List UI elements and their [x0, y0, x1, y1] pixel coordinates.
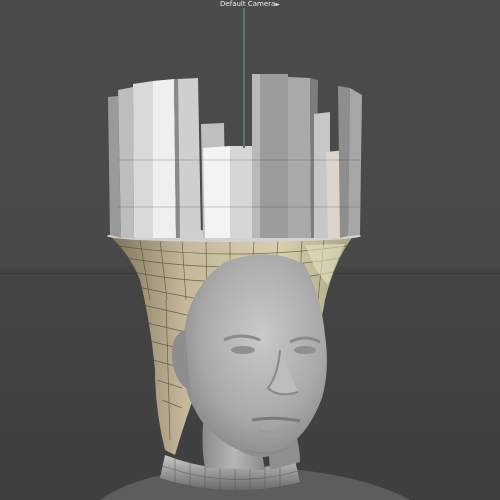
camera-label[interactable]: Default Camera►: [0, 0, 500, 9]
camera-icon: ►: [275, 1, 280, 8]
camera-label-text: Default Camera: [220, 0, 276, 8]
crown-battlement-mesh[interactable]: [108, 74, 362, 238]
camera-target-line: [243, 8, 245, 148]
3d-viewport[interactable]: Default Camera►: [0, 0, 500, 500]
right-eye: [294, 346, 316, 354]
left-eye: [231, 346, 255, 354]
scene-canvas[interactable]: [0, 0, 500, 500]
